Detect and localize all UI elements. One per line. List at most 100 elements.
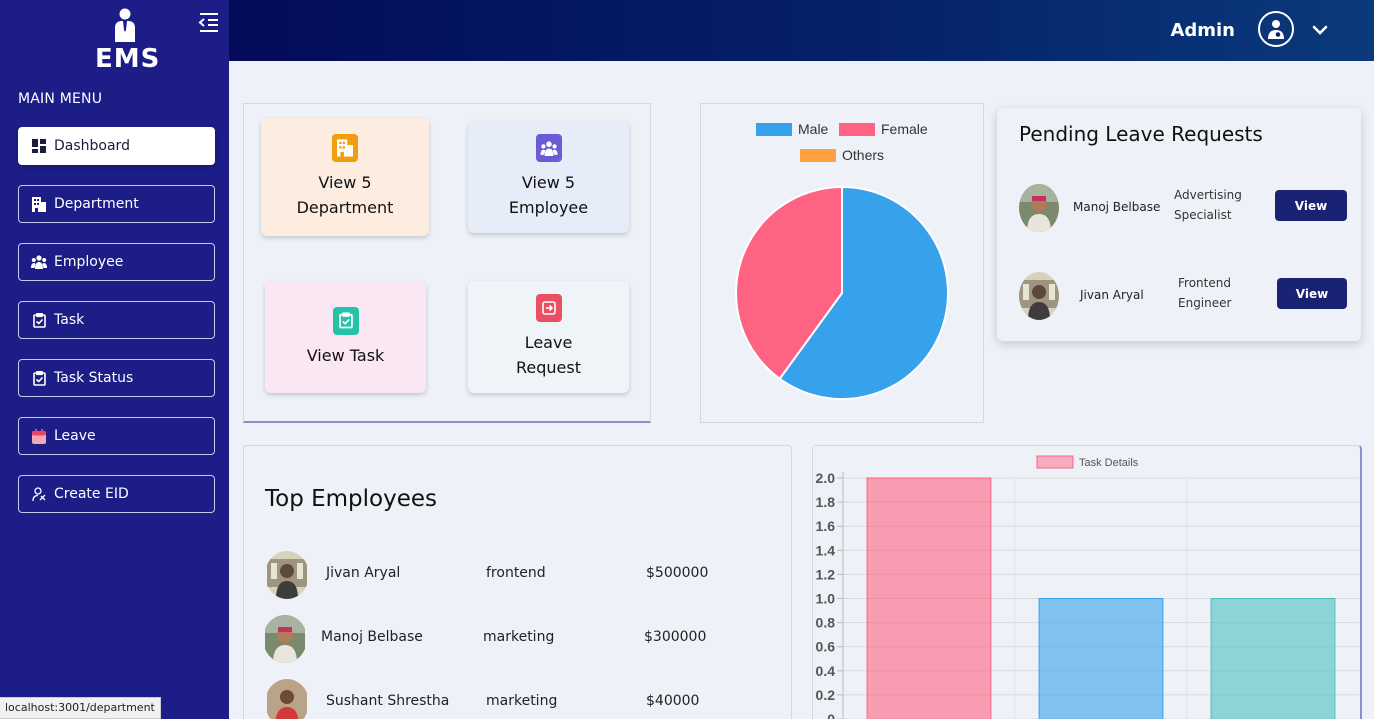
quick-card-label: View Task [306,345,385,365]
leave-request-row: Jivan Aryal Frontend Engineer View [997,266,1361,326]
status-bar-url: localhost:3001/department [0,697,161,719]
sidebar: EMS MAIN MENU Dashboard Department Emplo… [0,0,229,719]
y-tick-label: 1.0 [816,591,836,607]
user-avatar[interactable] [1258,11,1294,47]
employee-salary: $40000 [646,693,700,709]
leave-employee-position: Advertising Specialist [1174,185,1254,225]
employee-photo [265,679,309,719]
view-leave-button[interactable]: View [1275,190,1347,221]
leave-employee-name: Jivan Aryal [1080,288,1144,302]
user-add-icon [31,486,47,502]
task-bar[interactable] [866,477,992,719]
top-employees-title: Top Employees [265,486,438,512]
task-details-panel: Task Details 2.0 1.8 1.6 1.4 1.2 1.0 0.8 0.6 0.4 0… [812,445,1362,719]
sidebar-item-label: Task [54,312,85,328]
quick-card-label: View 5 Department [296,173,394,217]
y-tick-label: 0.4 [816,663,836,679]
users-icon [535,134,562,162]
gender-pie-chart [735,185,949,400]
sidebar-item-leave[interactable]: Leave [18,417,215,455]
employee-department: marketing [486,693,558,709]
legend-swatch [1036,455,1074,469]
sidebar-item-task[interactable]: Task [18,301,215,339]
position-line: Engineer [1178,296,1232,310]
leave-request-row: Manoj Belbase Advertising Specialist Vie… [997,178,1361,238]
sidebar-item-label: Create EID [54,486,129,502]
sidebar-item-label: Employee [54,254,124,270]
employee-row: Manoj Belbase marketing $300000 [244,613,793,665]
view-departments-card[interactable]: View 5 Department [261,118,429,236]
pending-leave-title: Pending Leave Requests [1019,122,1263,146]
leave-request-card[interactable]: Leave Request [468,281,629,393]
quick-card-label: Leave Request [516,333,581,377]
dashboard-icon [31,138,47,154]
position-line: Advertising [1174,188,1242,202]
employee-photo [263,615,307,663]
y-tick-label: 0.6 [816,639,836,655]
sidebar-item-label: Task Status [54,370,134,386]
building-icon [332,134,358,162]
logo-text: EMS [95,44,161,74]
sidebar-nav: Dashboard Department Employee Task Task … [18,127,215,533]
task-bar[interactable] [1210,598,1336,719]
clipboard-check-icon [31,312,47,328]
employee-salary: $300000 [644,629,707,645]
position-line: Specialist [1174,208,1232,222]
y-tick-label: 1.2 [816,566,836,582]
employee-department: marketing [483,629,555,645]
chevron-down-icon[interactable] [1310,20,1330,40]
employee-photo [1019,184,1059,232]
view-tasks-card[interactable]: View Task [265,281,426,393]
view-leave-button[interactable]: View [1277,278,1347,309]
employee-salary: $500000 [646,565,709,581]
logo[interactable]: EMS [95,8,161,74]
sidebar-item-label: Leave [54,428,96,444]
menu-toggle-icon[interactable] [197,10,221,34]
y-tick-label: 1.4 [816,542,836,558]
admin-username[interactable]: Admin [1170,20,1235,41]
pending-leave-panel: Pending Leave Requests Manoj Belbase Adv… [997,108,1361,341]
employee-name: Sushant Shrestha [326,693,450,709]
task-details-bar-chart: Task Details 2.0 1.8 1.6 1.4 1.2 1.0 0.8 0.6 0.4 0… [816,455,1359,719]
clipboard-check-icon [31,370,47,386]
y-tick-label: 0.2 [816,687,836,703]
leave-employee-position: Frontend Engineer [1178,273,1258,313]
view-employees-card[interactable]: View 5 Employee [468,121,629,233]
top-employees-panel: Top Employees Jivan Aryal frontend $5000… [243,445,792,719]
gender-pie-panel: Male Female Others [700,103,984,423]
users-icon [31,254,47,270]
sidebar-item-dashboard[interactable]: Dashboard [18,127,215,165]
quick-actions-panel: View 5 Department View 5 Employee View T… [243,103,651,423]
employee-department: frontend [486,565,546,581]
employee-row: Jivan Aryal frontend $500000 [244,549,793,601]
sidebar-item-label: Department [54,196,139,212]
sidebar-item-department[interactable]: Department [18,185,215,223]
top-bar: Admin [229,0,1374,61]
leave-employee-name: Manoj Belbase [1073,200,1161,214]
employee-name: Manoj Belbase [321,629,423,645]
task-bar[interactable] [1038,598,1164,719]
quick-card-label: View 5 Employee [508,173,589,217]
employee-logo-icon [115,8,135,42]
calendar-icon [31,428,47,444]
legend-label[interactable]: Task Details [1079,457,1139,469]
sidebar-item-label: Dashboard [54,138,130,154]
employee-photo [265,551,309,599]
y-tick-label: 0.8 [816,615,836,631]
sidebar-item-employee[interactable]: Employee [18,243,215,281]
sidebar-item-task-status[interactable]: Task Status [18,359,215,397]
y-tick-label: 1.6 [816,518,836,534]
clipboard-check-icon [332,306,359,335]
position-line: Frontend [1178,276,1231,290]
main-menu-label: MAIN MENU [18,91,103,107]
employee-photo [1019,272,1059,320]
y-tick-label: 0 [827,711,835,719]
y-tick-label: 2.0 [816,470,836,486]
y-tick-label: 1.8 [816,494,836,510]
logout-icon [535,294,562,322]
sidebar-item-create-eid[interactable]: Create EID [18,475,215,513]
employee-row: Sushant Shrestha marketing $40000 [244,677,793,719]
user-avatar-icon [1268,20,1284,39]
building-icon [31,196,47,212]
employee-name: Jivan Aryal [326,565,401,581]
